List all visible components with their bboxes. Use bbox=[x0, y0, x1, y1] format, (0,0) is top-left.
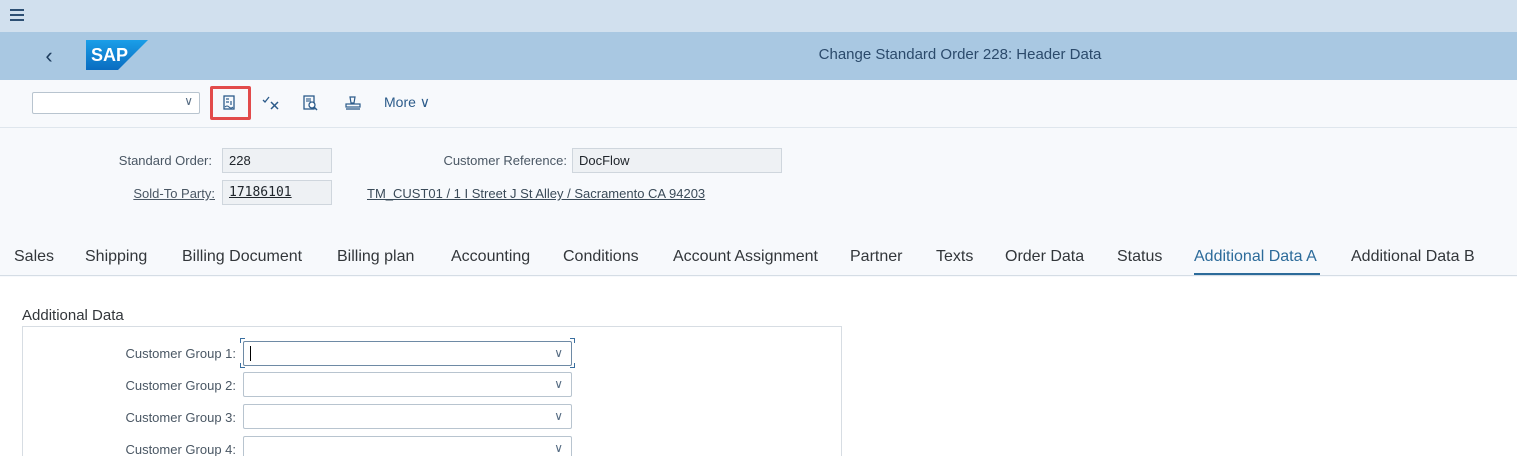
print-button[interactable] bbox=[340, 90, 366, 116]
logo-text: SAP bbox=[91, 45, 128, 65]
tab-additional-data-b[interactable]: Additional Data B bbox=[1351, 248, 1475, 266]
text-cursor bbox=[250, 346, 251, 361]
customer-reference-field[interactable]: DocFlow bbox=[572, 148, 782, 173]
address-link[interactable]: TM_CUST01 / 1 I Street J St Alley / Sacr… bbox=[367, 186, 705, 201]
customer-group-2-label: Customer Group 2: bbox=[125, 378, 236, 393]
sold-to-party-field[interactable]: 17186101 bbox=[222, 180, 332, 205]
customer-group-1-select[interactable]: ∨ bbox=[243, 341, 572, 366]
customer-reference-label: Customer Reference: bbox=[443, 153, 567, 168]
tab-additional-data-a[interactable]: Additional Data A bbox=[1194, 248, 1317, 266]
tab-order-data[interactable]: Order Data bbox=[1005, 248, 1084, 266]
back-button[interactable]: ‹ bbox=[38, 40, 60, 72]
chevron-down-icon: ∨ bbox=[554, 409, 563, 423]
cancel-check-button[interactable] bbox=[258, 90, 284, 116]
tab-account-assignment[interactable]: Account Assignment bbox=[673, 248, 818, 266]
tab-partner[interactable]: Partner bbox=[850, 248, 902, 266]
active-tab-indicator bbox=[1194, 273, 1320, 275]
tab-content: Additional Data Customer Group 1: ∨ Cust… bbox=[0, 277, 1517, 456]
customer-group-3-select[interactable]: ∨ bbox=[243, 404, 572, 429]
customer-group-4-select[interactable]: ∨ bbox=[243, 436, 572, 456]
command-select[interactable]: ∨ bbox=[32, 92, 200, 114]
chevron-down-icon: ∨ bbox=[554, 346, 563, 360]
chevron-down-icon: ∨ bbox=[184, 94, 193, 108]
tab-accounting[interactable]: Accounting bbox=[451, 248, 530, 266]
focus-corner bbox=[240, 338, 245, 343]
chevron-down-icon: ∨ bbox=[554, 441, 563, 455]
sold-to-party-label[interactable]: Sold-To Party: bbox=[60, 186, 215, 201]
menu-bar bbox=[0, 0, 1517, 32]
tab-strip: Sales Shipping Billing Document Billing … bbox=[0, 240, 1517, 276]
tab-texts[interactable]: Texts bbox=[936, 248, 973, 266]
document-search-button[interactable] bbox=[298, 90, 324, 116]
focus-corner bbox=[570, 338, 575, 343]
tab-shipping[interactable]: Shipping bbox=[85, 248, 147, 266]
customer-group-4-label: Customer Group 4: bbox=[125, 442, 236, 456]
sap-logo: SAP bbox=[86, 40, 148, 70]
chevron-down-icon: ∨ bbox=[554, 377, 563, 391]
customer-group-3-label: Customer Group 3: bbox=[125, 410, 236, 425]
tab-billing-document[interactable]: Billing Document bbox=[182, 248, 302, 266]
more-button[interactable]: More ∨ bbox=[384, 94, 430, 111]
header-data-area: Standard Order: 228 Sold-To Party: 17186… bbox=[0, 128, 1517, 240]
shell-bar: ‹ SAP Change Standard Order 228: Header … bbox=[0, 32, 1517, 80]
highlight-box bbox=[210, 86, 251, 120]
standard-order-label: Standard Order: bbox=[118, 153, 212, 168]
focus-corner bbox=[570, 363, 575, 368]
group-title: Additional Data bbox=[22, 307, 124, 324]
tab-conditions[interactable]: Conditions bbox=[563, 248, 639, 266]
document-search-icon bbox=[303, 95, 318, 111]
tab-sales[interactable]: Sales bbox=[14, 248, 54, 266]
tab-status[interactable]: Status bbox=[1117, 248, 1162, 266]
customer-group-1-label: Customer Group 1: bbox=[125, 346, 236, 361]
customer-group-2-select[interactable]: ∨ bbox=[243, 372, 572, 397]
print-icon bbox=[345, 96, 361, 110]
page-title: Change Standard Order 228: Header Data bbox=[818, 46, 1102, 63]
standard-order-field[interactable]: 228 bbox=[222, 148, 332, 173]
more-chevron-icon: ∨ bbox=[419, 94, 431, 110]
focus-corner bbox=[240, 363, 245, 368]
cancel-check-icon bbox=[262, 96, 279, 110]
more-label: More bbox=[384, 94, 416, 110]
tab-billing-plan[interactable]: Billing plan bbox=[337, 248, 414, 266]
hamburger-icon[interactable] bbox=[10, 9, 24, 21]
